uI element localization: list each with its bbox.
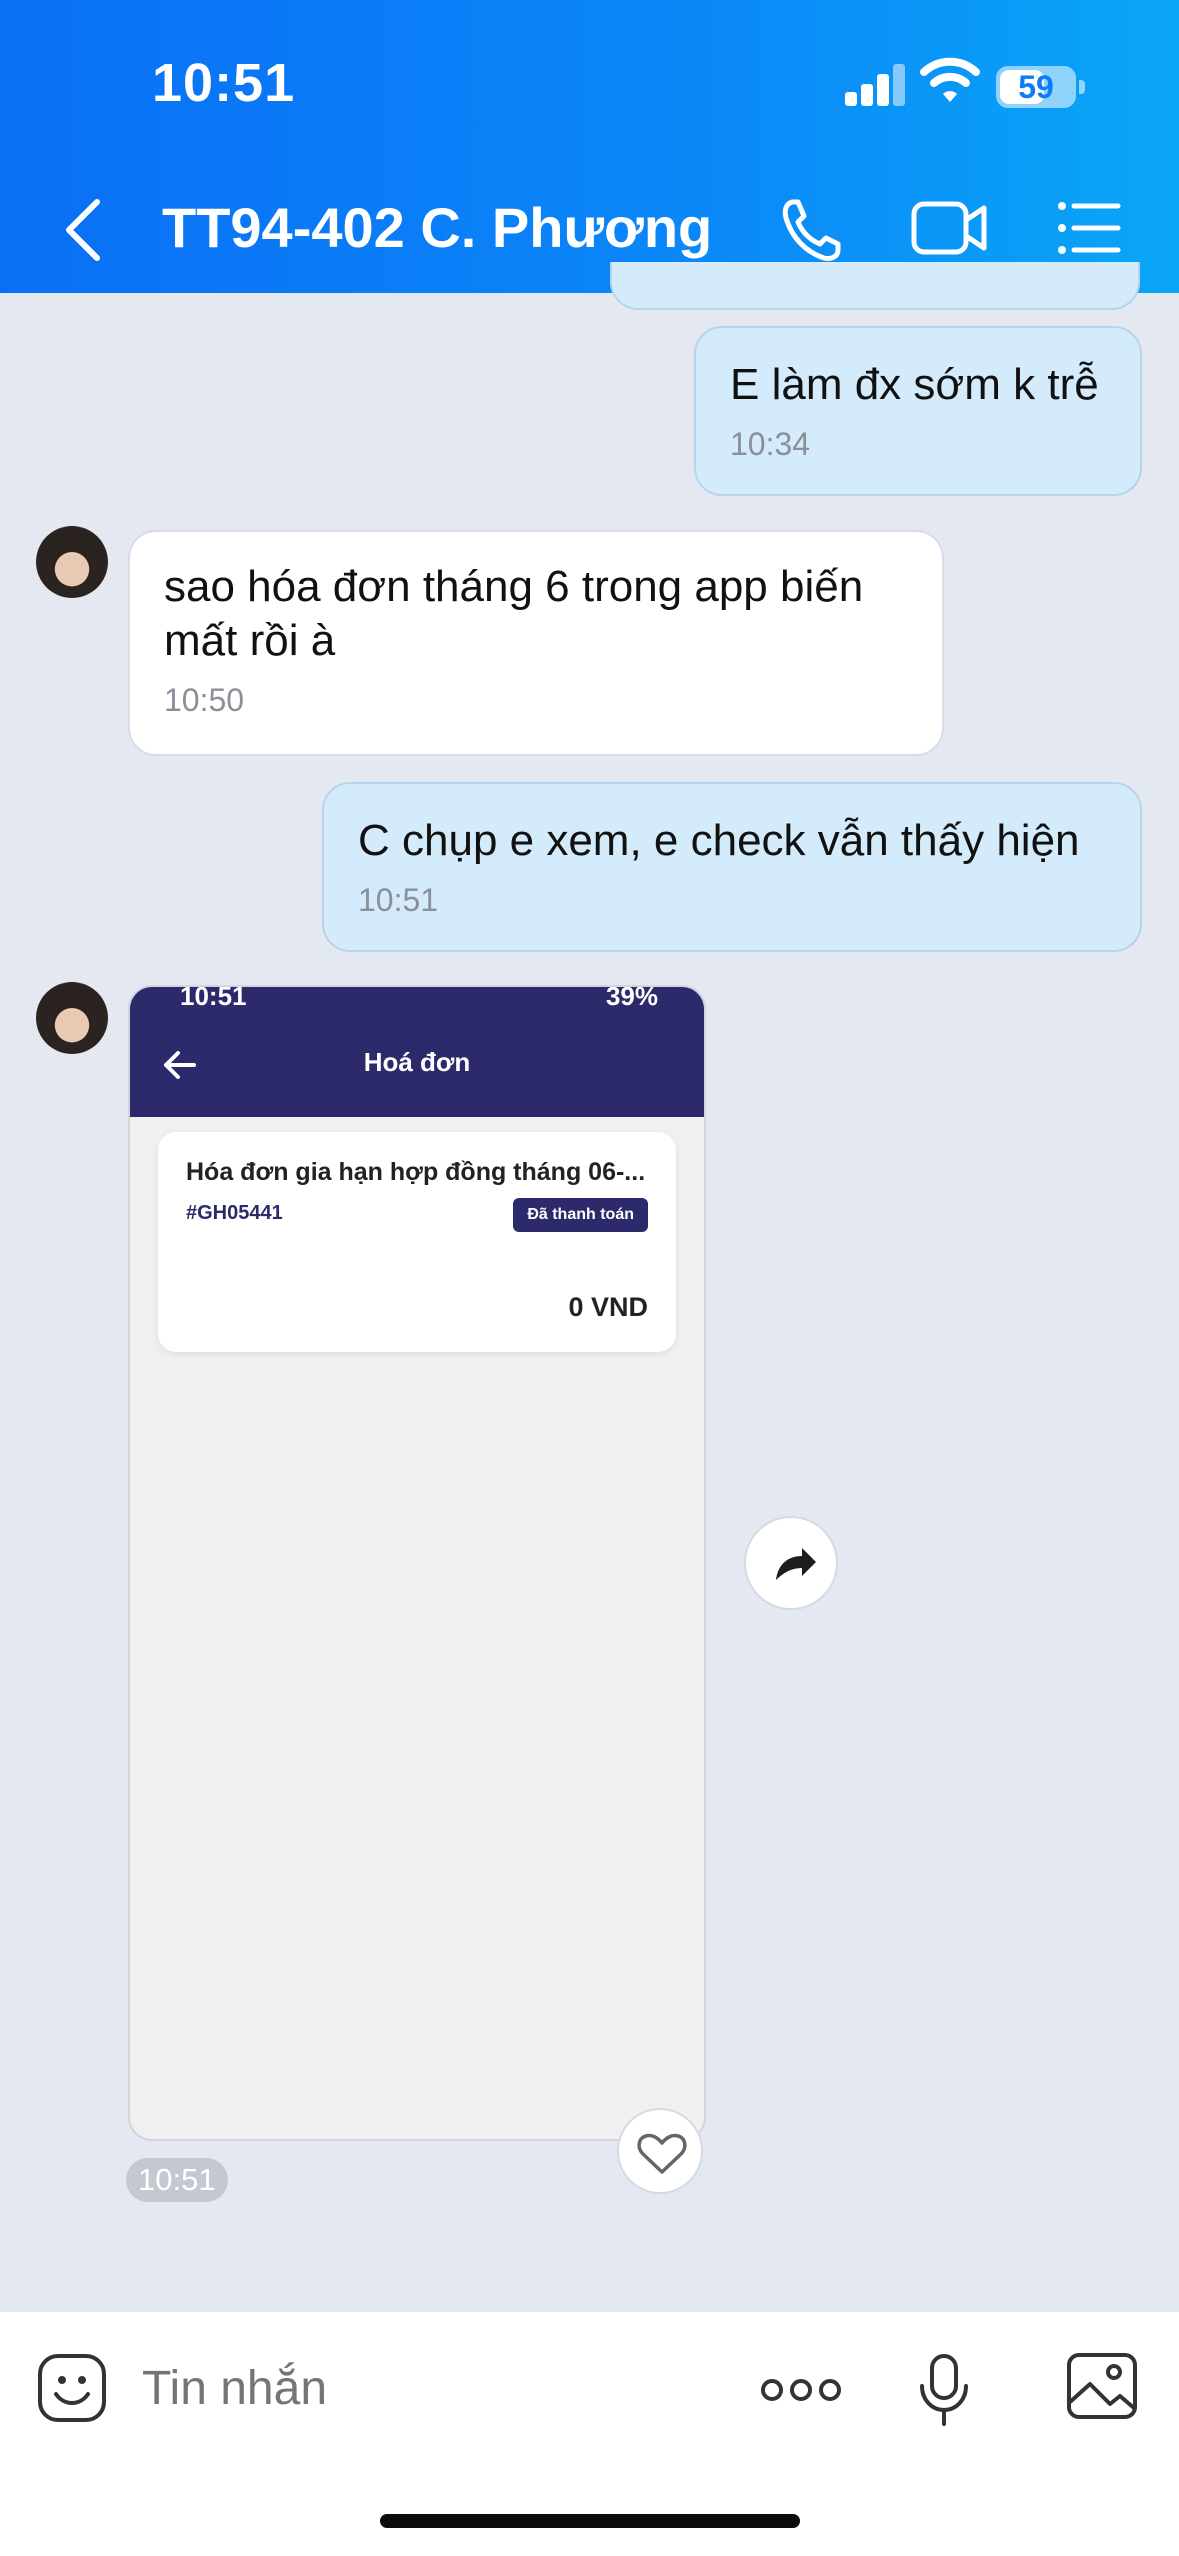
contact-avatar[interactable] xyxy=(36,982,108,1054)
emoji-icon xyxy=(38,2354,106,2422)
more-dots-icon xyxy=(761,2379,841,2401)
message-time: 10:50 xyxy=(164,682,245,718)
message-time: 10:51 xyxy=(358,882,439,918)
invoice-status-badge: Đã thanh toán xyxy=(513,1198,648,1232)
battery-level: 59 xyxy=(1018,69,1054,105)
list-menu-icon xyxy=(1058,202,1121,254)
share-arrow-icon xyxy=(776,1548,816,1580)
image-icon xyxy=(1067,2353,1137,2419)
photo-gallery-button[interactable] xyxy=(1066,2352,1138,2425)
more-options-button[interactable] xyxy=(760,2372,842,2413)
share-button[interactable] xyxy=(744,1516,838,1610)
message-time: 10:34 xyxy=(730,426,811,462)
screenshot-status-time: 10:51 xyxy=(180,985,247,1011)
wifi-icon xyxy=(920,57,980,102)
phone-icon xyxy=(782,199,841,261)
battery-tip xyxy=(1079,80,1085,94)
screenshot-title: Hoá đơn xyxy=(363,1047,471,1077)
message-bubble-outgoing[interactable]: E làm đx sớm k trễ 10:34 xyxy=(694,326,1142,496)
screenshot-status-bar: 10:51 39% xyxy=(130,987,704,1013)
message-text: sao hóa đơn tháng 6 trong app biến mất r… xyxy=(164,562,864,665)
react-button[interactable] xyxy=(617,2108,703,2194)
video-camera-icon xyxy=(911,201,987,255)
message-text: C chụp e xem, e check vẫn thấy hiện xyxy=(358,816,1080,865)
invoice-title: Hóa đơn gia hạn hợp đồng tháng 06-... xyxy=(186,1158,646,1186)
message-bubble-incoming[interactable]: sao hóa đơn tháng 6 trong app biến mất r… xyxy=(128,530,944,756)
invoice-card: Hóa đơn gia hạn hợp đồng tháng 06-... #G… xyxy=(158,1132,676,1352)
cellular-signal-icon xyxy=(845,62,907,106)
status-time: 10:51 xyxy=(152,53,296,113)
chat-menu-button[interactable] xyxy=(1056,188,1122,268)
image-message[interactable]: 10:51 39% Hoá đơn Hóa đơn gia hạn hợp đồ… xyxy=(128,985,706,2141)
battery-icon: 59 xyxy=(996,66,1076,108)
voice-call-button[interactable] xyxy=(776,188,846,268)
back-arrow-icon[interactable] xyxy=(55,190,115,270)
image-message-time: 10:51 xyxy=(126,2158,228,2202)
screenshot-status-battery: 39% xyxy=(605,985,658,1011)
chat-header: 10:51 59 TT94-402 C. Phương xyxy=(0,0,1179,293)
chat-title[interactable]: TT94-402 C. Phương xyxy=(162,195,712,260)
invoice-amount: 0 VND xyxy=(568,1292,648,1322)
screenshot-app-bar: Hoá đơn xyxy=(130,1013,704,1117)
message-input[interactable] xyxy=(142,2354,702,2424)
sticker-button[interactable] xyxy=(36,2352,108,2429)
video-call-button[interactable] xyxy=(910,188,990,268)
heart-icon xyxy=(637,2133,687,2174)
microphone-icon xyxy=(920,2354,968,2426)
home-indicator xyxy=(380,2514,800,2528)
invoice-code: #GH05441 xyxy=(186,1202,283,1224)
message-text: E làm đx sớm k trễ xyxy=(730,360,1099,409)
message-bubble-outgoing[interactable]: C chụp e xem, e check vẫn thấy hiện 10:5… xyxy=(322,782,1142,952)
voice-message-button[interactable] xyxy=(918,2352,970,2433)
contact-avatar[interactable] xyxy=(36,526,108,598)
previous-message-bubble[interactable] xyxy=(610,262,1140,310)
